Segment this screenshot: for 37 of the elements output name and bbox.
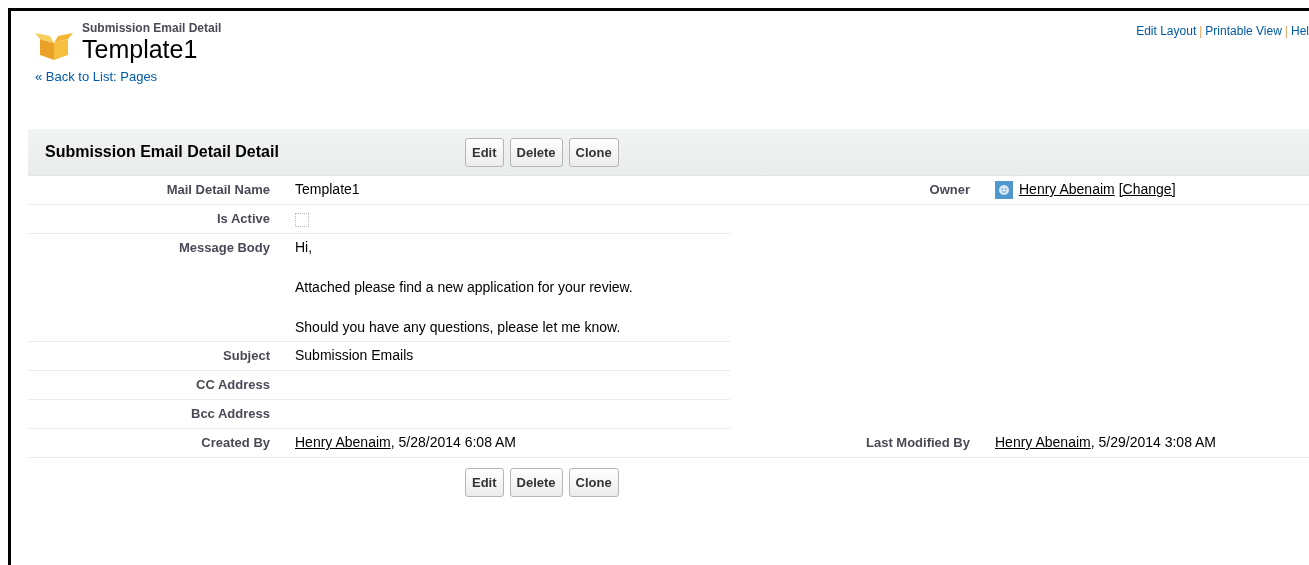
message-paragraph: Hi, — [295, 239, 314, 255]
change-link[interactable]: [Change] — [1118, 181, 1176, 197]
action-button[interactable]: Clone — [568, 468, 619, 497]
field-label: Created By — [201, 435, 270, 450]
action-button[interactable]: Clone — [568, 137, 619, 167]
timestamp: , 5/28/2014 6:08 AM — [390, 434, 517, 450]
field-label: Bcc Address — [191, 406, 270, 421]
section-title: Submission Email Detail Detail — [44, 143, 280, 161]
field-label: Last Modified By — [866, 435, 970, 450]
action-button[interactable]: Delete — [509, 468, 563, 497]
action-button[interactable]: Edit — [465, 468, 504, 497]
field-label: Mail Detail Name — [166, 182, 270, 197]
field-label: Owner — [929, 182, 970, 197]
user-link[interactable]: Henry Abenaim — [1019, 181, 1115, 197]
separator: | — [1199, 24, 1203, 40]
message-paragraph: Attached please find a new application for your review. — [295, 279, 633, 295]
separator: | — [1284, 24, 1288, 40]
user-link[interactable]: Henry Abenaim — [995, 434, 1091, 450]
action-button[interactable]: Delete — [509, 137, 563, 167]
header-link[interactable]: Edit Layout — [1136, 24, 1197, 63]
field-value: Template1 — [295, 181, 360, 197]
back-link[interactable]: « Back to List: Pages — [35, 69, 158, 84]
user-icon — [995, 181, 1013, 199]
header-link[interactable]: Printable View — [1205, 24, 1282, 63]
action-button[interactable]: Edit — [465, 137, 504, 167]
object-type-label: Submission Email Detail — [82, 21, 222, 35]
field-label: Is Active — [217, 211, 270, 226]
message-paragraph: Should you have any questions, please let me know. — [295, 319, 622, 335]
field-label: CC Address — [196, 377, 270, 392]
checkbox[interactable] — [295, 213, 309, 227]
timestamp: , 5/29/2014 3:08 AM — [1090, 434, 1217, 450]
user-link[interactable]: Henry Abenaim — [295, 434, 391, 450]
field-value: Submission Emails — [295, 347, 414, 363]
header-link[interactable]: Hel — [1291, 24, 1309, 63]
field-label: Message Body — [178, 240, 270, 255]
record-title: Template1 — [82, 35, 199, 63]
field-label: Subject — [223, 348, 270, 363]
